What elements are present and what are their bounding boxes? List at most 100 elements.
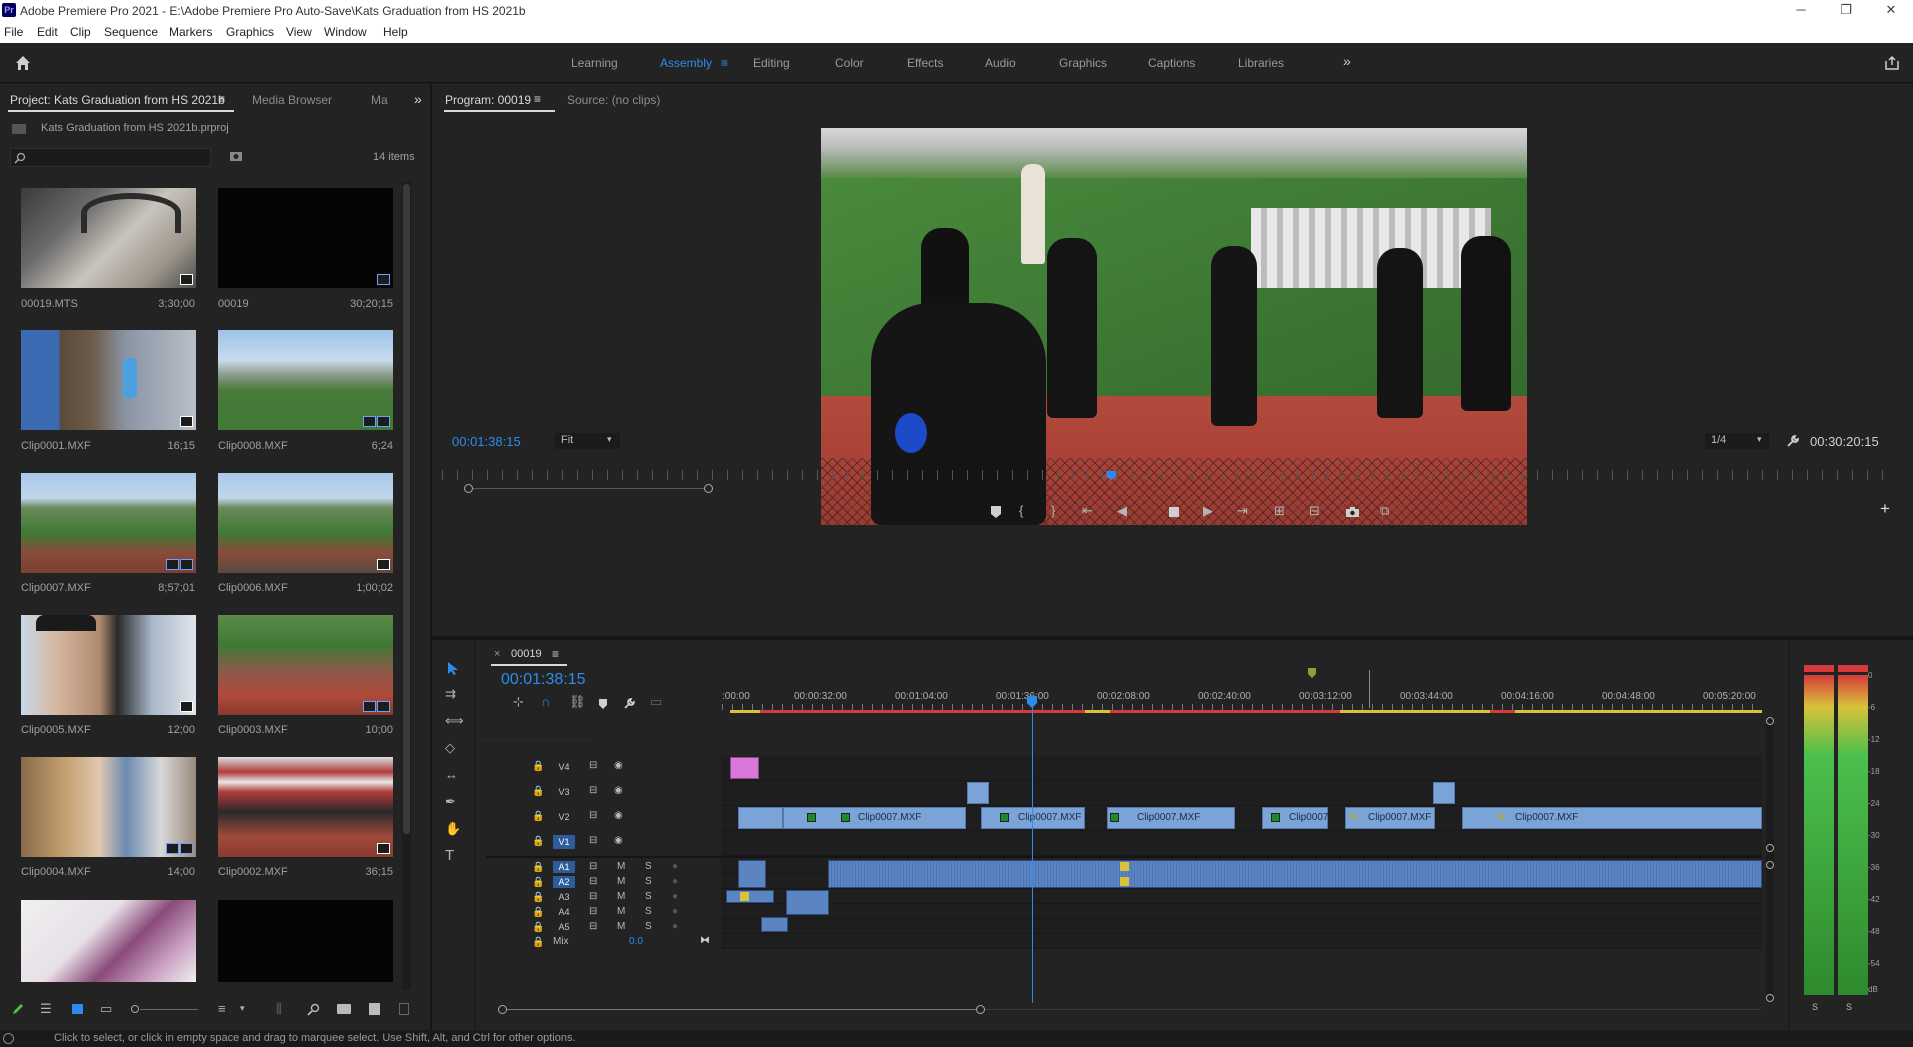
linked-selection-icon[interactable]: ⛓ [569,695,586,709]
v2-clip[interactable]: fx Clip0007.MXF [1345,807,1435,829]
lock-icon[interactable]: 🔒 [532,811,544,822]
tab-markers[interactable]: Ma [371,93,388,107]
audio-clip[interactable] [828,860,1762,888]
solo-right-button[interactable]: S [1846,1002,1852,1012]
voiceover-mic-icon[interactable]: ● [672,876,678,887]
project-scrollbar-track[interactable] [402,182,411,1012]
go-to-end-icon[interactable]: ⧓ [700,935,710,946]
freeform-view-icon[interactable]: ▭ [100,1002,112,1016]
step-forward-icon[interactable]: ▶ [1203,504,1213,518]
menu-view[interactable]: View [286,25,312,39]
mute-button[interactable]: M [617,876,625,887]
mute-button[interactable]: M [617,906,625,917]
workspace-color[interactable]: Color [835,56,864,70]
solo-button[interactable]: S [645,891,652,902]
sync-lock-icon[interactable]: ⊟ [589,835,597,846]
eye-icon[interactable]: ◉ [614,760,623,771]
razor-tool-icon[interactable]: ◇ [445,741,455,755]
sync-lock-icon[interactable]: ⊟ [589,861,597,872]
button-editor-add-icon[interactable]: + [1880,500,1890,517]
monitor-zoom-bar[interactable] [469,488,709,489]
new-item-icon[interactable] [369,1003,380,1015]
pen-tool-icon[interactable]: ✒ [445,795,456,809]
lock-icon[interactable]: 🔒 [532,907,544,918]
sync-lock-icon[interactable]: ⊟ [589,906,597,917]
tab-media-browser[interactable]: Media Browser [252,93,332,107]
menu-graphics[interactable]: Graphics [226,25,274,39]
mark-out-icon[interactable]: } [1051,504,1055,518]
sort-dropdown-icon[interactable]: ▾ [240,1001,245,1015]
track-label-v4[interactable]: V4 [553,760,575,774]
program-menu-icon[interactable]: ≡ [534,92,541,106]
lock-icon[interactable]: 🔒 [532,892,544,903]
search-field[interactable] [29,150,207,165]
insert-nest-icon[interactable]: ⊹ [513,695,524,709]
solo-left-button[interactable]: S [1812,1002,1818,1012]
solo-button[interactable]: S [645,861,652,872]
workspace-effects[interactable]: Effects [907,56,943,70]
thumbnail-clip0003[interactable] [218,615,393,715]
sync-lock-icon[interactable]: ⊟ [589,810,597,821]
hand-tool-icon[interactable]: ✋ [445,822,461,836]
thumbnail-clip0002[interactable] [218,757,393,857]
eye-icon[interactable]: ◉ [614,810,623,821]
lock-icon[interactable]: 🔒 [532,761,544,772]
restore-icon[interactable]: ❐ [1831,2,1861,20]
zoom-handle-left[interactable] [464,484,473,493]
share-icon[interactable] [1884,55,1900,71]
program-current-time[interactable]: 00:01:38:15 [452,434,521,449]
zoom-slider-track[interactable] [140,1009,198,1010]
track-label-v2[interactable]: V2 [553,810,575,824]
panel-overflow-icon[interactable]: » [414,91,422,107]
zoom-handle-right[interactable] [704,484,713,493]
thumbnail-clip-partial[interactable] [21,900,196,982]
v4-graphic-clip[interactable] [730,757,759,779]
timeline-v-scrollbar[interactable] [1766,716,1774,1002]
audio-clip[interactable] [786,890,829,915]
sync-lock-icon[interactable]: ⊟ [589,891,597,902]
write-protect-pencil-icon[interactable] [11,1002,25,1016]
v-scroll-handle[interactable] [1766,994,1774,1002]
new-bin-icon[interactable] [337,1004,351,1014]
mix-value[interactable]: 0.0 [629,936,643,947]
project-menu-icon[interactable]: ≡ [218,92,225,106]
v2-clip[interactable]: fx Clip0007.MXF [1462,807,1762,829]
v2-clip[interactable]: Clip0007.MXF [783,807,966,829]
menu-edit[interactable]: Edit [37,25,58,39]
menu-file[interactable]: File [4,25,23,39]
v3-clip[interactable] [967,782,989,804]
tab-source[interactable]: Source: (no clips) [567,93,660,107]
mute-button[interactable]: M [617,921,625,932]
monitor-time-ruler[interactable] [442,470,1897,480]
go-to-in-icon[interactable]: ⇤ [1082,504,1093,518]
fit-dropdown[interactable]: Fit ▾ [555,433,620,449]
solo-button[interactable]: S [645,906,652,917]
lock-icon[interactable]: 🔒 [532,937,544,948]
list-view-icon[interactable]: ☰ [40,1002,52,1016]
thumbnail-00019-mts[interactable] [21,188,196,288]
zoom-slider-knob[interactable] [131,1005,139,1013]
timeline-h-scrollbar-thumb[interactable] [503,1009,981,1010]
voiceover-mic-icon[interactable]: ● [672,906,678,917]
resolution-dropdown[interactable]: 1/4 ▾ [1705,433,1769,449]
settings-wrench-icon[interactable] [1786,434,1800,448]
track-label-a1[interactable]: A1 [553,861,575,873]
h-scroll-handle-left[interactable] [498,1005,507,1014]
track-label-a4[interactable]: A4 [553,906,575,918]
eye-icon[interactable]: ◉ [614,785,623,796]
audio-clip[interactable] [726,890,774,903]
track-select-tool-icon[interactable]: ⇉ [445,687,456,701]
thumbnail-clip0001[interactable] [21,330,196,430]
tab-program[interactable]: Program: 00019 [445,93,531,107]
mute-button[interactable]: M [617,891,625,902]
v2-clip[interactable]: Clip0007.MXF [981,807,1085,829]
v3-clip[interactable] [1433,782,1455,804]
icon-view-icon[interactable] [72,1004,83,1014]
mute-button[interactable]: M [617,861,625,872]
sequence-tab[interactable]: 00019 [511,648,542,660]
v-scroll-handle[interactable] [1766,861,1774,869]
add-marker-icon[interactable] [990,505,1002,519]
thumbnail-clip-partial-black[interactable] [218,900,393,982]
find-icon[interactable] [307,1003,320,1016]
track-label-a3[interactable]: A3 [553,891,575,903]
